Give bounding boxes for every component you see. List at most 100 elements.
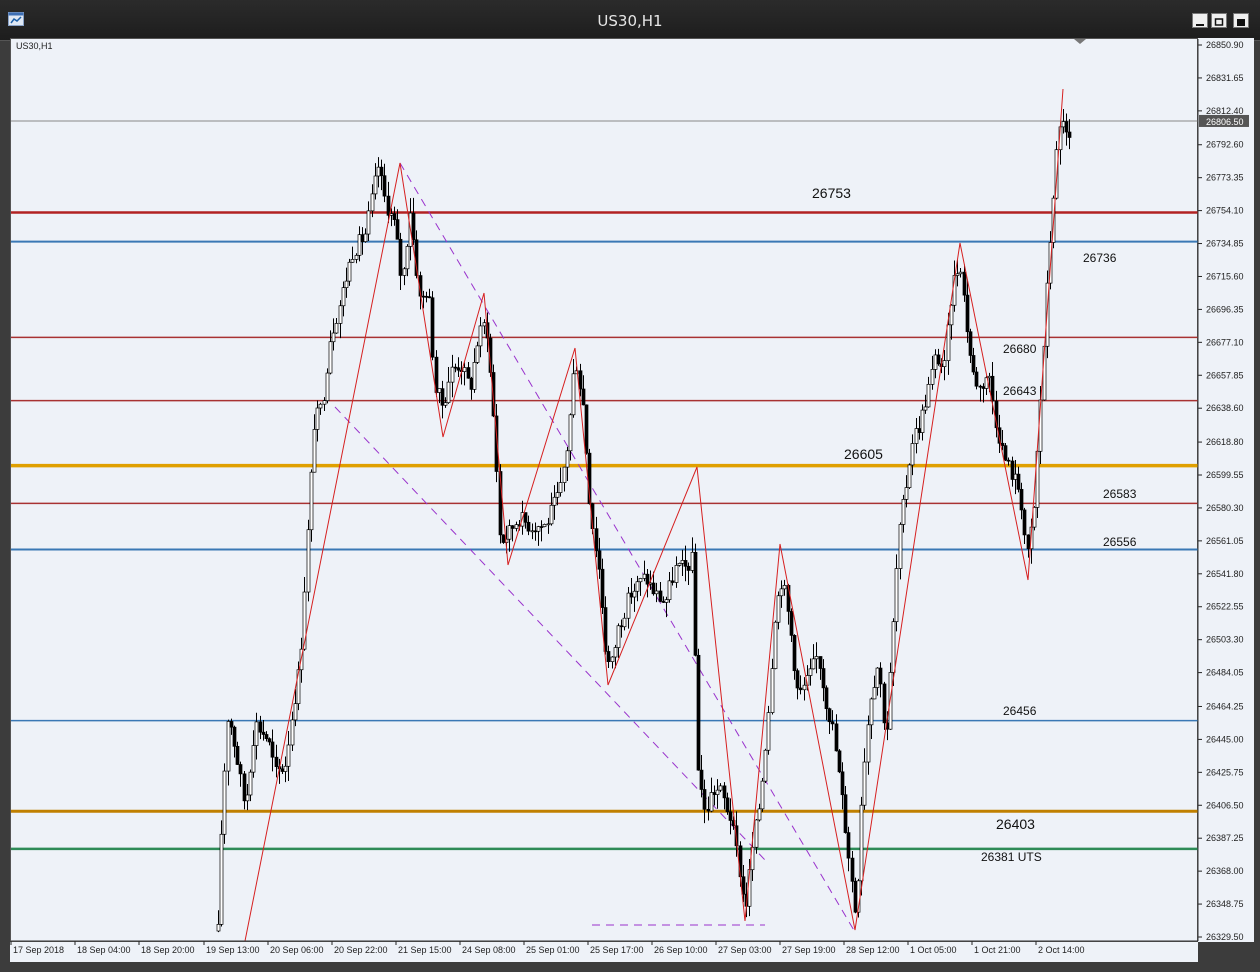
x-tick-label: 20 Sep 06:00 — [270, 945, 324, 955]
candle-up — [293, 703, 298, 721]
candle-down — [424, 295, 429, 298]
candle-up — [763, 749, 768, 782]
candle-down — [581, 388, 586, 406]
candle-up — [811, 658, 816, 670]
candle-down — [629, 592, 634, 598]
candle-down — [421, 295, 426, 298]
candle-up — [914, 428, 919, 444]
candle-down — [974, 371, 979, 387]
candle-up — [757, 808, 762, 821]
candle-down — [699, 769, 704, 790]
candle-down — [584, 404, 589, 454]
candle-up — [373, 175, 378, 195]
channel-line — [334, 406, 766, 861]
candle-up — [667, 580, 672, 600]
candle-up — [632, 590, 637, 598]
chart-canvas[interactable]: 26850.90 26831.65 26812.40 26792.60 26773.35… — [0, 0, 1260, 972]
candle-up — [680, 560, 685, 564]
candle-down — [258, 721, 263, 733]
x-tick-label: 2 Oct 14:00 — [1038, 945, 1085, 955]
candle-up — [344, 280, 349, 289]
candle-up — [472, 362, 477, 390]
x-tick-label: 20 Sep 22:00 — [334, 945, 388, 955]
candle-up — [946, 324, 951, 361]
candle-down — [843, 794, 848, 833]
candle-down — [792, 635, 797, 672]
candle-down — [658, 590, 663, 602]
candle-down — [645, 573, 650, 585]
candle-down — [1006, 459, 1011, 462]
candle-down — [706, 808, 711, 812]
candle-down — [1067, 131, 1072, 138]
candle-down — [229, 721, 234, 728]
candle-up — [715, 789, 720, 795]
candle-up — [331, 332, 336, 343]
y-tick-label: 26618.80 — [1206, 437, 1244, 447]
y-tick-label: 26696.35 — [1206, 304, 1244, 314]
candle-down — [232, 726, 237, 747]
candle-up — [283, 765, 288, 772]
candle-down — [235, 745, 240, 765]
candle-up — [357, 234, 362, 256]
candle-down — [270, 741, 275, 758]
candle-up — [568, 414, 573, 452]
candle-up — [1061, 121, 1066, 128]
x-tick-label: 1 Oct 05:00 — [910, 945, 957, 955]
y-tick-label: 26425.75 — [1206, 767, 1244, 777]
candle-down — [238, 764, 243, 775]
candle-down — [533, 530, 538, 533]
y-tick-label: 26503.30 — [1206, 635, 1244, 645]
candle-down — [600, 568, 605, 608]
candle-down — [789, 611, 794, 636]
y-tick-label: 26484.05 — [1206, 668, 1244, 678]
candle-down — [878, 667, 883, 685]
candle-up — [555, 492, 560, 498]
candle-down — [1026, 534, 1031, 550]
candle-down — [741, 876, 746, 895]
candle-up — [958, 271, 963, 275]
y-tick-label: 26348.75 — [1206, 899, 1244, 909]
candle-down — [539, 526, 544, 528]
candle-up — [318, 403, 323, 409]
candle-up — [530, 530, 535, 533]
y-tick-label: 26406.50 — [1206, 800, 1244, 810]
candle-up — [626, 592, 631, 619]
candle-down — [798, 687, 803, 691]
candle-up — [642, 573, 647, 579]
candle-up — [654, 590, 659, 595]
candle-up — [955, 273, 960, 276]
candle-up — [808, 668, 813, 676]
y-tick-label: 26522.55 — [1206, 602, 1244, 612]
candle-up — [546, 523, 551, 526]
candle-up — [376, 166, 381, 177]
y-tick-label: 26329.50 — [1206, 932, 1244, 942]
candle-up — [923, 406, 928, 411]
candle-down — [696, 654, 701, 771]
candle-down — [1010, 460, 1015, 480]
candle-up — [558, 482, 563, 493]
candle-down — [853, 880, 858, 913]
candle-up — [776, 595, 781, 623]
candle-up — [322, 400, 327, 405]
candle-down — [1003, 445, 1008, 461]
x-tick-label: 26 Sep 10:00 — [654, 945, 708, 955]
candle-up — [226, 721, 231, 772]
x-tick-label: 19 Sep 13:00 — [206, 945, 260, 955]
candle-down — [917, 428, 922, 433]
candle-up — [507, 525, 512, 540]
candle-up — [875, 667, 880, 688]
candle-down — [1016, 473, 1021, 490]
x-tick-label: 24 Sep 08:00 — [462, 945, 516, 955]
candle-down — [453, 366, 458, 369]
candle-up — [366, 210, 371, 235]
y-tick-label: 26812.40 — [1206, 106, 1244, 116]
candle-up — [926, 383, 931, 408]
candle-down — [821, 668, 826, 689]
y-tick-label: 26831.65 — [1206, 73, 1244, 83]
candle-down — [501, 534, 506, 543]
candle-down — [824, 687, 829, 710]
y-tick-label: 26773.35 — [1206, 173, 1244, 183]
candle-down — [430, 297, 435, 358]
channel-line — [399, 162, 856, 933]
candle-down — [1000, 442, 1005, 446]
